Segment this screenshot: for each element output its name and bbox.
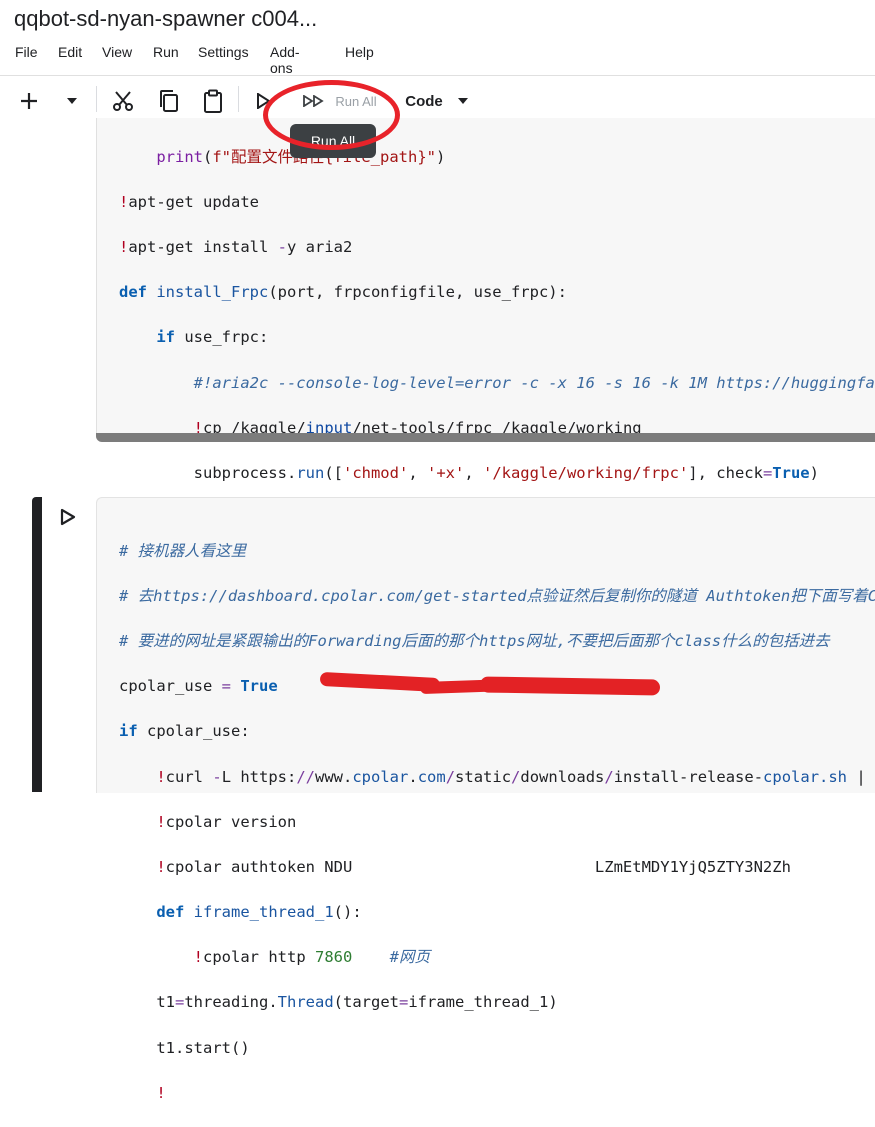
menu-settings[interactable]: Settings — [198, 44, 257, 60]
notebook-title[interactable]: qqbot-sd-nyan-spawner c004... — [14, 6, 317, 32]
code-line: subprocess.run(['chmod', '+x', '/kaggle/… — [119, 463, 819, 482]
code-line: !apt-get update — [119, 192, 259, 211]
copy-icon[interactable] — [156, 88, 182, 114]
run-cell-button[interactable] — [60, 508, 76, 531]
play-icon — [60, 508, 76, 526]
code-line: def install_Frpc(port, frpconfigfile, us… — [119, 283, 567, 302]
active-cell-indicator — [32, 497, 42, 792]
cell-1-horizontal-scrollbar[interactable] — [96, 433, 875, 442]
code-line: !curl -L https://www.cpolar.com/static/d… — [156, 767, 866, 786]
code-line: !cpolar version — [156, 812, 297, 831]
code-line: t1.start() — [119, 1038, 250, 1057]
code-line: if use_frpc: — [156, 328, 269, 347]
redaction-mark — [479, 676, 661, 696]
menu-add-ons[interactable]: Add-ons — [270, 44, 308, 76]
code-line: !apt-get install -y aria2 — [119, 237, 353, 256]
menubar-divider — [0, 75, 875, 76]
code-line: def iframe_thread_1(): — [156, 903, 362, 922]
menu-help[interactable]: Help — [345, 44, 382, 60]
scissors-icon[interactable] — [110, 88, 136, 114]
toolbar-separator — [96, 86, 97, 112]
cell-type-caret-icon — [457, 98, 468, 104]
code-line: !cpolar http 7860 #网页 — [193, 948, 430, 967]
plus-icon[interactable] — [16, 88, 42, 114]
clipboard-icon[interactable] — [200, 88, 226, 114]
toolbar-separator — [238, 86, 239, 112]
code-line: # 接机器人看这里 — [119, 541, 247, 560]
code-line: !cpolar authtoken NDU LZmEtMDY1YjQ5ZTY3N… — [156, 857, 791, 876]
red-highlight-circle — [263, 80, 400, 150]
code-line: # 要进的网址是紧跟输出的Forwarding后面的那个https网址,不要把后… — [119, 631, 830, 650]
toolbar: Run All Code — [0, 80, 875, 120]
code-line: print(f"配置文件路径{file_path}") — [156, 147, 446, 166]
code-line: if cpolar_use: — [119, 722, 250, 741]
code-line: ! — [156, 1083, 166, 1102]
code-line: # 去https://dashboard.cpolar.com/get-star… — [119, 586, 875, 605]
caret-down-icon[interactable] — [62, 88, 82, 114]
code-cell-2-source[interactable]: # 接机器人看这里 # 去https://dashboard.cpolar.co… — [119, 517, 875, 1127]
code-line: #!aria2c --console-log-level=error -c -x… — [193, 373, 875, 392]
menu-run[interactable]: Run — [153, 44, 187, 60]
cell-type-select[interactable]: Code — [402, 88, 472, 114]
menu-file[interactable]: File — [15, 44, 46, 60]
code-line: t1=threading.Thread(target=iframe_thread… — [119, 993, 558, 1012]
menu-edit[interactable]: Edit — [58, 44, 90, 60]
menu-view[interactable]: View — [102, 44, 140, 60]
cell-type-label: Code — [405, 92, 443, 110]
